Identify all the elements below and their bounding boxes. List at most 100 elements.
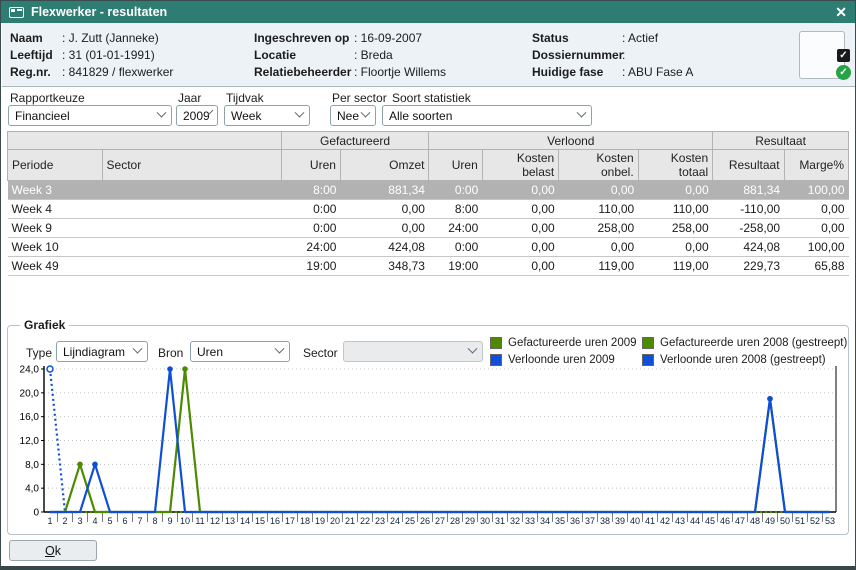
chevron-down-icon — [157, 108, 167, 118]
grafiek-box-title: Grafiek — [20, 318, 69, 332]
grafiek-groupbox: Grafiek Type Lijndiagram Bron Uren Secto… — [7, 325, 849, 535]
uren-line-chart: 24,020,016,012,08,04,0012345678910111213… — [18, 364, 842, 535]
svg-text:16,0: 16,0 — [20, 412, 40, 423]
svg-text:48: 48 — [750, 516, 760, 526]
svg-text:41: 41 — [645, 516, 655, 526]
svg-text:40: 40 — [630, 516, 640, 526]
legend-color-swatch — [642, 337, 654, 349]
close-icon[interactable]: ✕ — [835, 5, 847, 19]
svg-text:12,0: 12,0 — [20, 436, 40, 447]
jaar-select[interactable]: 2009 — [176, 105, 218, 126]
column-header-row: Periode Sector Uren Omzet Uren Kosten be… — [8, 150, 849, 181]
ok-button[interactable]: Ok — [9, 540, 97, 561]
col-gefact-uren[interactable]: Uren — [281, 150, 340, 181]
chevron-down-icon — [361, 108, 371, 118]
svg-text:36: 36 — [570, 516, 580, 526]
bron-select[interactable]: Uren — [190, 341, 290, 362]
field-locatie: LocatieBreda — [254, 48, 393, 62]
svg-text:0: 0 — [33, 508, 39, 519]
bron-label: Bron — [158, 346, 183, 360]
svg-text:14: 14 — [240, 516, 250, 526]
checkbox-checked-icon[interactable]: ✓ — [837, 49, 850, 62]
svg-text:52: 52 — [810, 516, 820, 526]
field-regnr: Reg.nr.841829 / flexwerker — [10, 65, 173, 79]
per-sector-label: Per sector — [332, 91, 387, 105]
svg-text:24,0: 24,0 — [20, 365, 40, 376]
rapportkeuze-label: Rapportkeuze — [10, 91, 85, 105]
svg-text:37: 37 — [585, 516, 595, 526]
col-kosten-onbel[interactable]: Kosten onbel. — [559, 150, 638, 181]
legend-gefactureerde-2008: Gefactureerde uren 2008 (gestreept) — [642, 337, 847, 349]
svg-text:20: 20 — [330, 516, 340, 526]
svg-text:16: 16 — [270, 516, 280, 526]
table-row[interactable]: Week 10 24:00424,08 0:000,00 0,000,00 42… — [8, 238, 849, 257]
svg-text:7: 7 — [137, 516, 142, 526]
rapportkeuze-select[interactable]: Financieel — [8, 105, 172, 126]
table-row[interactable]: Week 9 0:000,00 24:000,00 258,00258,00 -… — [8, 219, 849, 238]
col-kosten-belast[interactable]: Kosten belast — [482, 150, 558, 181]
group-gefactureerd: Gefactureerd — [281, 132, 429, 150]
svg-text:31: 31 — [495, 516, 505, 526]
svg-text:32: 32 — [510, 516, 520, 526]
chevron-down-icon — [295, 108, 305, 118]
tijdvak-label: Tijdvak — [226, 91, 264, 105]
tijdvak-select[interactable]: Week — [224, 105, 310, 126]
sector-select — [343, 341, 483, 362]
sector-label: Sector — [303, 346, 338, 360]
svg-text:8: 8 — [152, 516, 157, 526]
table-row[interactable]: Week 3 8:00881,34 0:000,00 0,000,00 881,… — [8, 181, 849, 200]
svg-text:18: 18 — [300, 516, 310, 526]
svg-text:28: 28 — [450, 516, 460, 526]
svg-text:45: 45 — [705, 516, 715, 526]
field-naam: NaamJ. Zutt (Janneke) — [10, 31, 159, 45]
svg-text:9: 9 — [167, 516, 172, 526]
col-verloond-uren[interactable]: Uren — [429, 150, 482, 181]
field-status: StatusActief — [532, 31, 658, 45]
svg-text:4,0: 4,0 — [25, 484, 39, 495]
svg-text:47: 47 — [735, 516, 745, 526]
svg-text:10: 10 — [180, 516, 190, 526]
per-sector-select[interactable]: Nee — [330, 105, 376, 126]
svg-text:23: 23 — [375, 516, 385, 526]
results-table-wrap: Gefactureerd Verloond Resultaat Periode … — [7, 131, 849, 321]
soort-statistiek-label: Soort statistiek — [392, 91, 471, 105]
col-sector[interactable]: Sector — [102, 150, 281, 181]
col-omzet[interactable]: Omzet — [340, 150, 429, 181]
jaar-label: Jaar — [178, 91, 201, 105]
legend-gefactureerde-2009: Gefactureerde uren 2009 — [490, 337, 637, 349]
type-select[interactable]: Lijndiagram — [56, 341, 148, 362]
svg-text:43: 43 — [675, 516, 685, 526]
svg-text:34: 34 — [540, 516, 550, 526]
svg-text:44: 44 — [690, 516, 700, 526]
col-resultaat[interactable]: Resultaat — [713, 150, 784, 181]
field-dossiernummer: Dossiernummer — [532, 48, 625, 62]
svg-text:50: 50 — [780, 516, 790, 526]
table-row[interactable]: Week 49 19:00348,73 19:000,00 119,00119,… — [8, 257, 849, 276]
svg-text:12: 12 — [210, 516, 220, 526]
soort-statistiek-select[interactable]: Alle soorten — [382, 105, 592, 126]
field-ingeschreven-op: Ingeschreven op16-09-2007 — [254, 31, 422, 45]
svg-text:8,0: 8,0 — [25, 460, 39, 471]
chevron-down-icon — [275, 344, 285, 354]
svg-text:13: 13 — [225, 516, 235, 526]
col-kosten-totaal[interactable]: Kosten totaal — [638, 150, 712, 181]
svg-text:11: 11 — [195, 516, 204, 526]
field-relatiebeheerder: RelatiebeheerderFloortje Willems — [254, 65, 446, 79]
report-filter-bar: Rapportkeuze Jaar Tijdvak Per sector Soo… — [2, 88, 856, 130]
field-huidige-fase: Huidige faseABU Fase A — [532, 65, 693, 79]
title-bar: Flexwerker - resultaten ✕ — [1, 1, 855, 23]
svg-text:19: 19 — [315, 516, 325, 526]
svg-text:25: 25 — [405, 516, 415, 526]
col-periode[interactable]: Periode — [8, 150, 103, 181]
svg-text:27: 27 — [435, 516, 445, 526]
svg-text:29: 29 — [465, 516, 475, 526]
svg-text:3: 3 — [77, 516, 82, 526]
col-marge[interactable]: Marge% — [784, 150, 848, 181]
svg-text:4: 4 — [92, 516, 97, 526]
table-row[interactable]: Week 4 0:000,00 8:000,00 110,00110,00 -1… — [8, 200, 849, 219]
svg-text:38: 38 — [600, 516, 610, 526]
svg-text:51: 51 — [795, 516, 805, 526]
group-resultaat: Resultaat — [713, 132, 849, 150]
chevron-down-icon — [133, 344, 143, 354]
svg-text:30: 30 — [480, 516, 490, 526]
